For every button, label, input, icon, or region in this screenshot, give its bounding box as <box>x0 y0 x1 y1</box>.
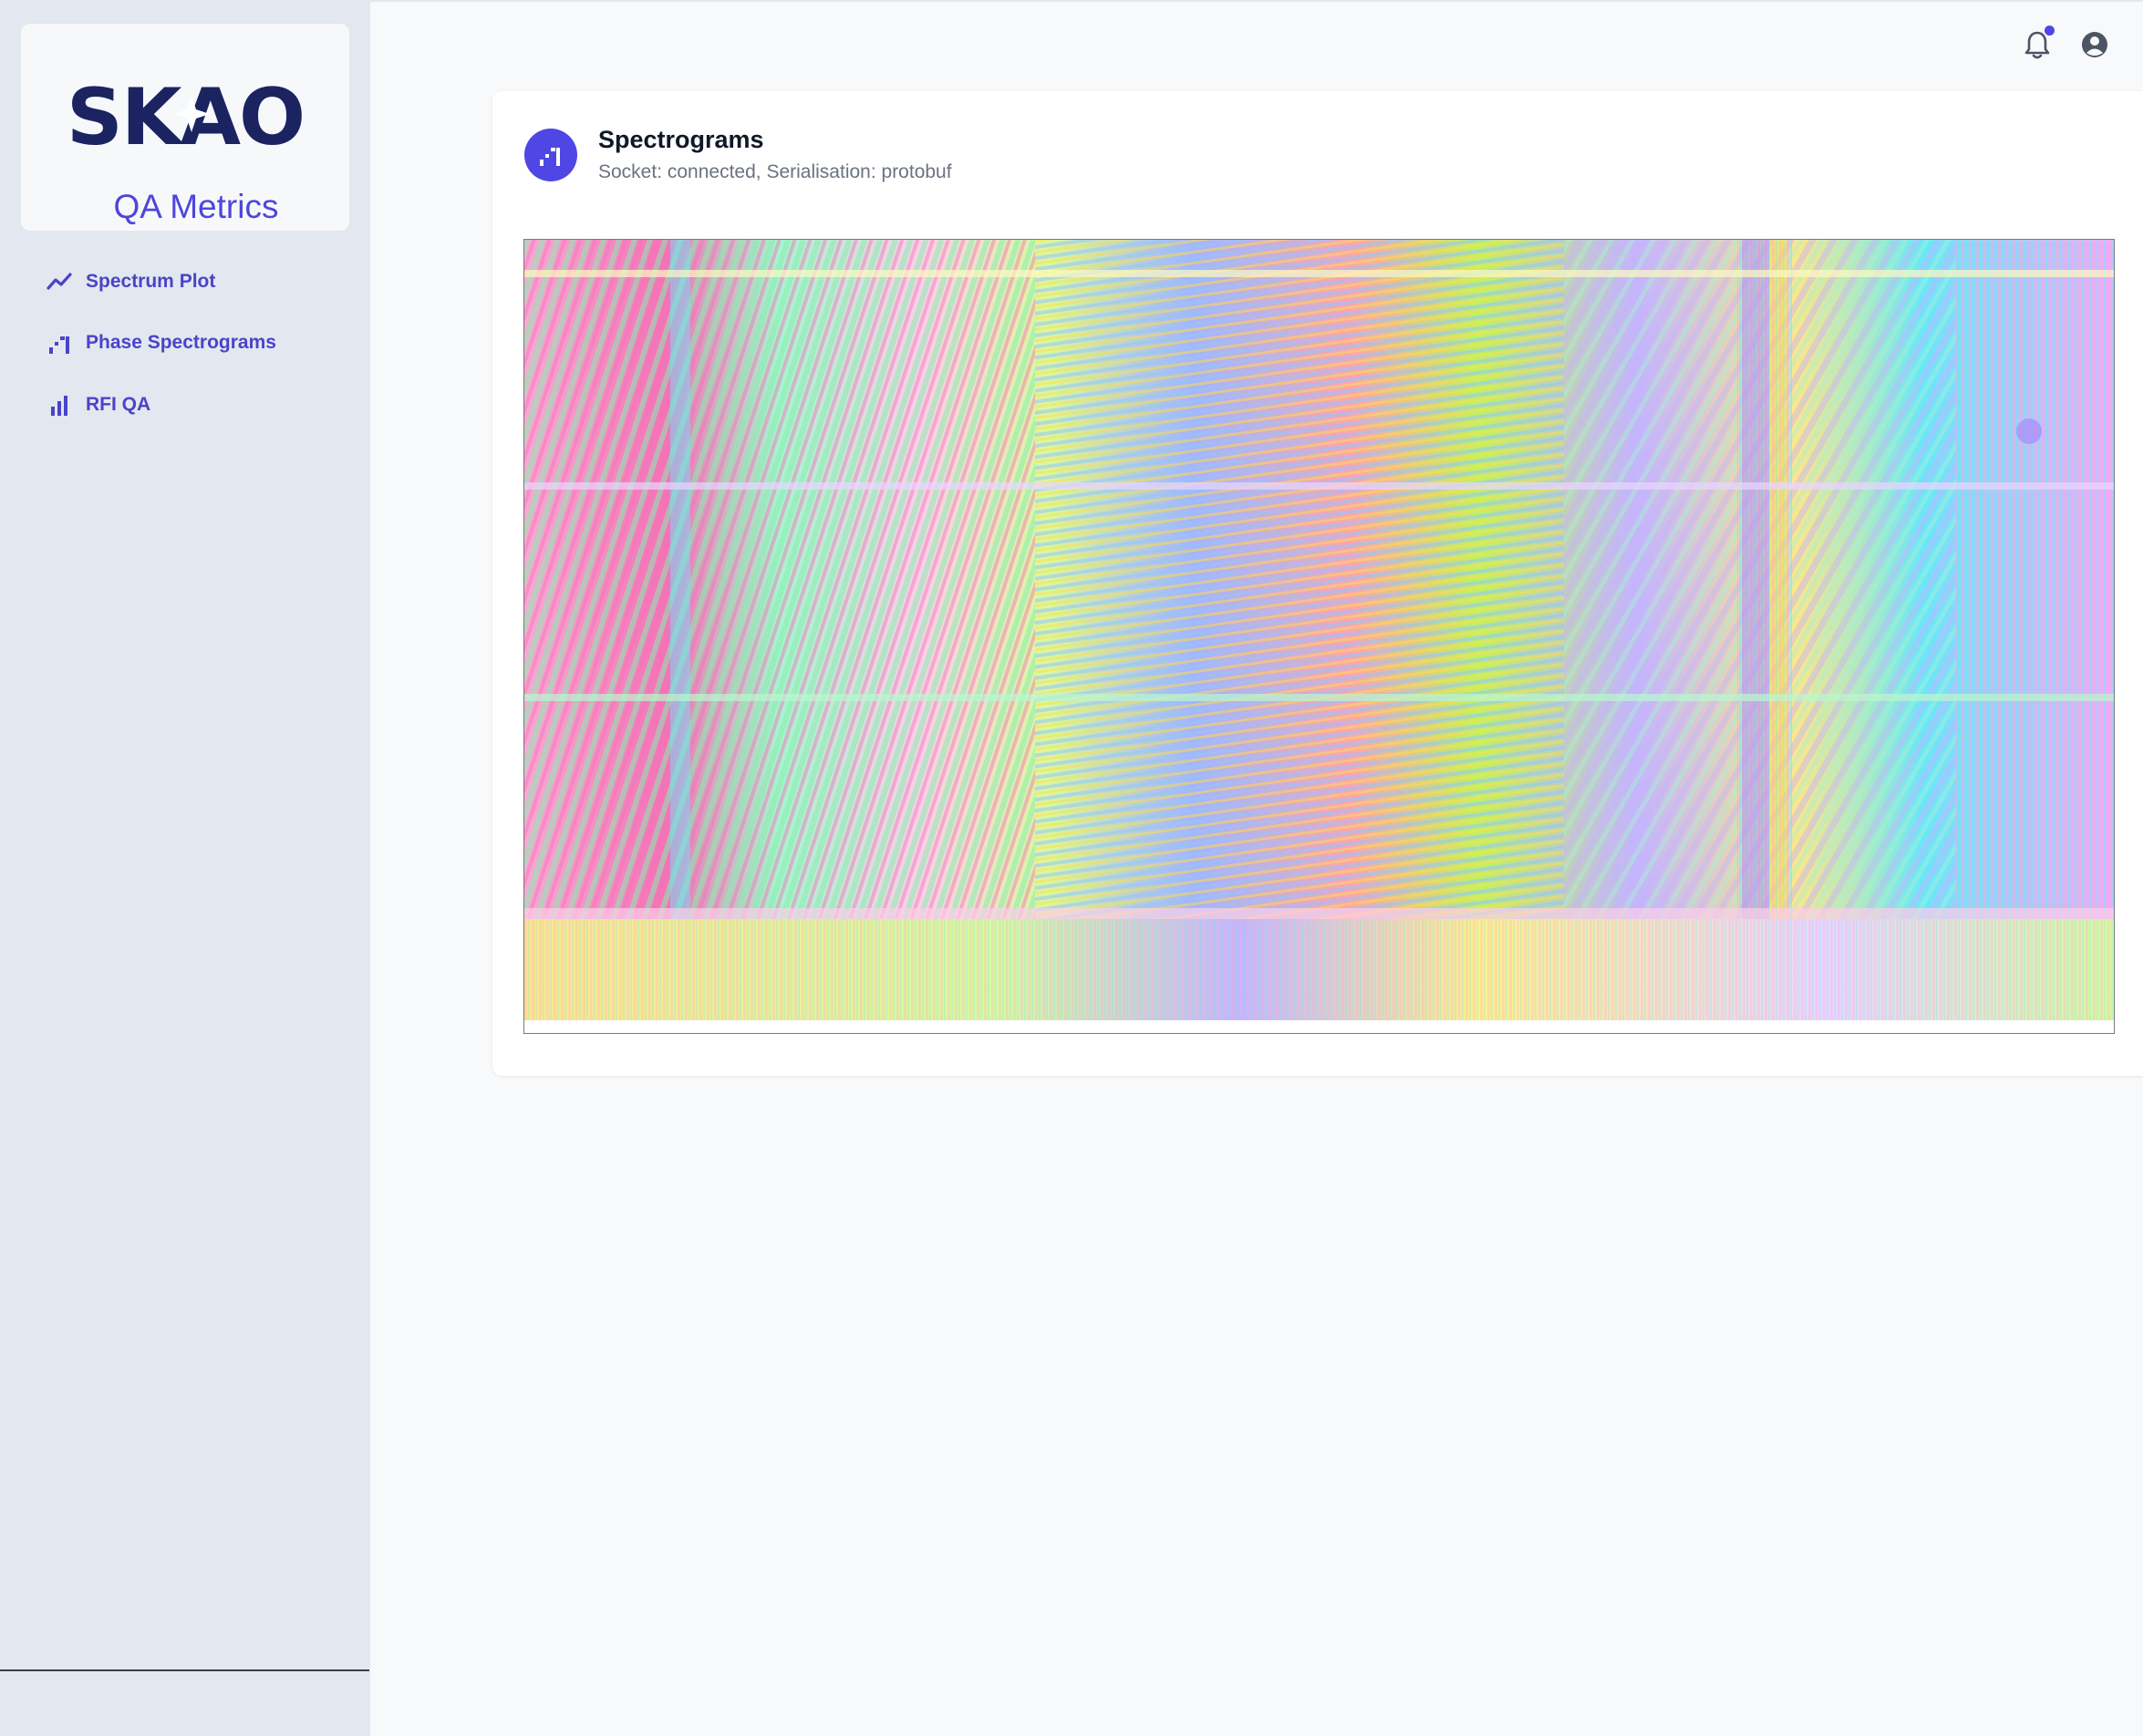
logo-card[interactable]: SKAO QA Metrics <box>21 24 349 231</box>
bar-chart-icon <box>46 391 73 418</box>
sidebar-item-phase-spectrograms[interactable]: Phase Spectrograms <box>46 325 276 361</box>
top-bar <box>370 0 2143 89</box>
notification-badge <box>2045 26 2055 36</box>
logo-star-icon <box>173 96 210 132</box>
user-circle-icon[interactable] <box>2081 31 2108 58</box>
card-title: Spectrograms <box>598 126 764 153</box>
app-title: QA Metrics <box>113 188 279 225</box>
sidebar-item-label: Spectrum Plot <box>86 271 216 292</box>
sidebar: SKAO QA Metrics Spectrum Plot Phase Spec… <box>0 0 370 1736</box>
sidebar-item-label: Phase Spectrograms <box>86 332 276 353</box>
spectrogram-plot[interactable] <box>523 239 2115 1034</box>
steps-chart-icon <box>540 148 560 166</box>
connection-status: Socket: connected, Serialisation: protob… <box>598 161 952 182</box>
sidebar-divider <box>0 1669 369 1671</box>
sidebar-item-rfi-qa[interactable]: RFI QA <box>46 387 150 423</box>
sidebar-item-label: RFI QA <box>86 394 151 415</box>
trend-line-icon <box>46 268 73 295</box>
sidebar-item-spectrum-plot[interactable]: Spectrum Plot <box>46 264 215 300</box>
phase-spectrogram-image <box>524 240 2114 1020</box>
card-avatar <box>524 129 577 181</box>
steps-chart-icon <box>46 329 73 356</box>
